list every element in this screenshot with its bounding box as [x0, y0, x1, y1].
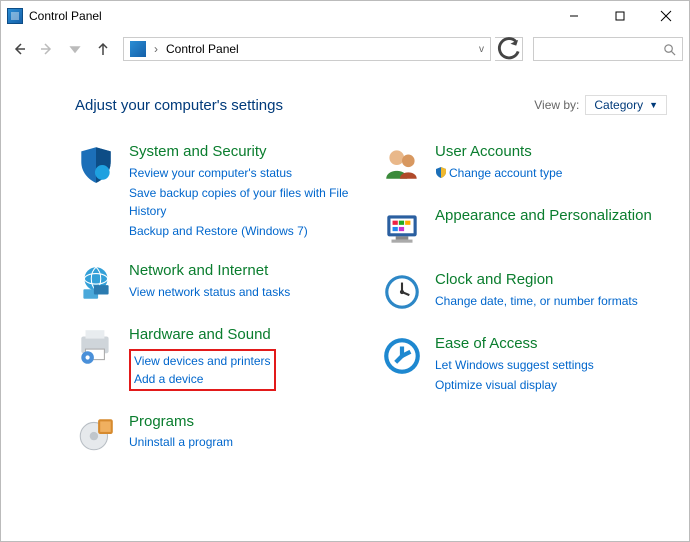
link-optimize-display[interactable]: Optimize visual display	[435, 376, 594, 394]
ease-of-access-icon	[381, 335, 423, 377]
left-column: System and Security Review your computer…	[75, 143, 361, 455]
chevron-down-icon: ▼	[649, 100, 658, 110]
link-review-status[interactable]: Review your computer's status	[129, 164, 361, 182]
category-hardware-sound: Hardware and Sound View devices and prin…	[75, 326, 361, 391]
link-backup-restore[interactable]: Backup and Restore (Windows 7)	[129, 222, 361, 240]
users-icon	[381, 143, 423, 185]
content-area: Adjust your computer's settings View by:…	[1, 67, 689, 465]
category-title-ease-of-access[interactable]: Ease of Access	[435, 335, 594, 354]
category-programs: Programs Uninstall a program	[75, 413, 361, 455]
category-title-users[interactable]: User Accounts	[435, 143, 562, 162]
minimize-button[interactable]	[551, 1, 597, 31]
up-button[interactable]	[91, 37, 115, 61]
link-add-device[interactable]: Add a device	[134, 370, 271, 388]
category-appearance: Appearance and Personalization	[381, 207, 667, 249]
link-date-time-formats[interactable]: Change date, time, or number formats	[435, 292, 638, 310]
category-clock-region: Clock and Region Change date, time, or n…	[381, 271, 667, 313]
refresh-button[interactable]	[495, 37, 523, 61]
clock-icon	[381, 271, 423, 313]
search-icon	[663, 43, 676, 56]
back-button[interactable]	[7, 37, 31, 61]
category-title-network[interactable]: Network and Internet	[129, 262, 290, 281]
page-heading: Adjust your computer's settings	[75, 97, 283, 114]
recent-locations-button[interactable]	[63, 37, 87, 61]
link-network-status[interactable]: View network status and tasks	[129, 283, 290, 301]
category-title-clock[interactable]: Clock and Region	[435, 271, 638, 290]
uac-shield-icon	[435, 165, 447, 183]
address-bar[interactable]: › Control Panel v	[123, 37, 491, 61]
right-column: User Accounts Change account type Appear…	[381, 143, 667, 455]
view-by-label: View by:	[534, 98, 579, 112]
category-title-appearance[interactable]: Appearance and Personalization	[435, 207, 652, 226]
window-title: Control Panel	[29, 9, 102, 23]
link-uninstall[interactable]: Uninstall a program	[129, 433, 233, 451]
link-devices-printers[interactable]: View devices and printers	[134, 352, 271, 370]
highlight-box: View devices and printers Add a device	[129, 349, 276, 391]
close-button[interactable]	[643, 1, 689, 31]
control-panel-icon	[7, 8, 23, 24]
appearance-icon	[381, 207, 423, 249]
view-by-control: View by: Category ▼	[534, 95, 667, 115]
breadcrumb-separator-icon: ›	[154, 42, 158, 56]
category-title-system-security[interactable]: System and Security	[129, 143, 361, 162]
network-icon	[75, 262, 117, 304]
category-system-security: System and Security Review your computer…	[75, 143, 361, 240]
printer-icon	[75, 326, 117, 368]
view-by-value: Category	[594, 98, 643, 112]
category-title-hardware[interactable]: Hardware and Sound	[129, 326, 276, 345]
address-dropdown-icon[interactable]: v	[479, 44, 484, 55]
search-input[interactable]	[533, 37, 683, 61]
view-by-dropdown[interactable]: Category ▼	[585, 95, 667, 115]
toolbar: › Control Panel v	[1, 31, 689, 67]
category-user-accounts: User Accounts Change account type	[381, 143, 667, 185]
programs-icon	[75, 413, 117, 455]
category-title-programs[interactable]: Programs	[129, 413, 233, 432]
maximize-button[interactable]	[597, 1, 643, 31]
link-file-history[interactable]: Save backup copies of your files with Fi…	[129, 184, 361, 220]
link-change-account-type[interactable]: Change account type	[435, 164, 562, 183]
shield-icon	[75, 143, 117, 185]
link-windows-suggest[interactable]: Let Windows suggest settings	[435, 356, 594, 374]
breadcrumb-location[interactable]: Control Panel	[166, 42, 239, 56]
forward-button[interactable]	[35, 37, 59, 61]
category-ease-of-access: Ease of Access Let Windows suggest setti…	[381, 335, 667, 394]
category-network-internet: Network and Internet View network status…	[75, 262, 361, 304]
address-bar-icon	[130, 41, 146, 57]
titlebar: Control Panel	[1, 1, 689, 31]
